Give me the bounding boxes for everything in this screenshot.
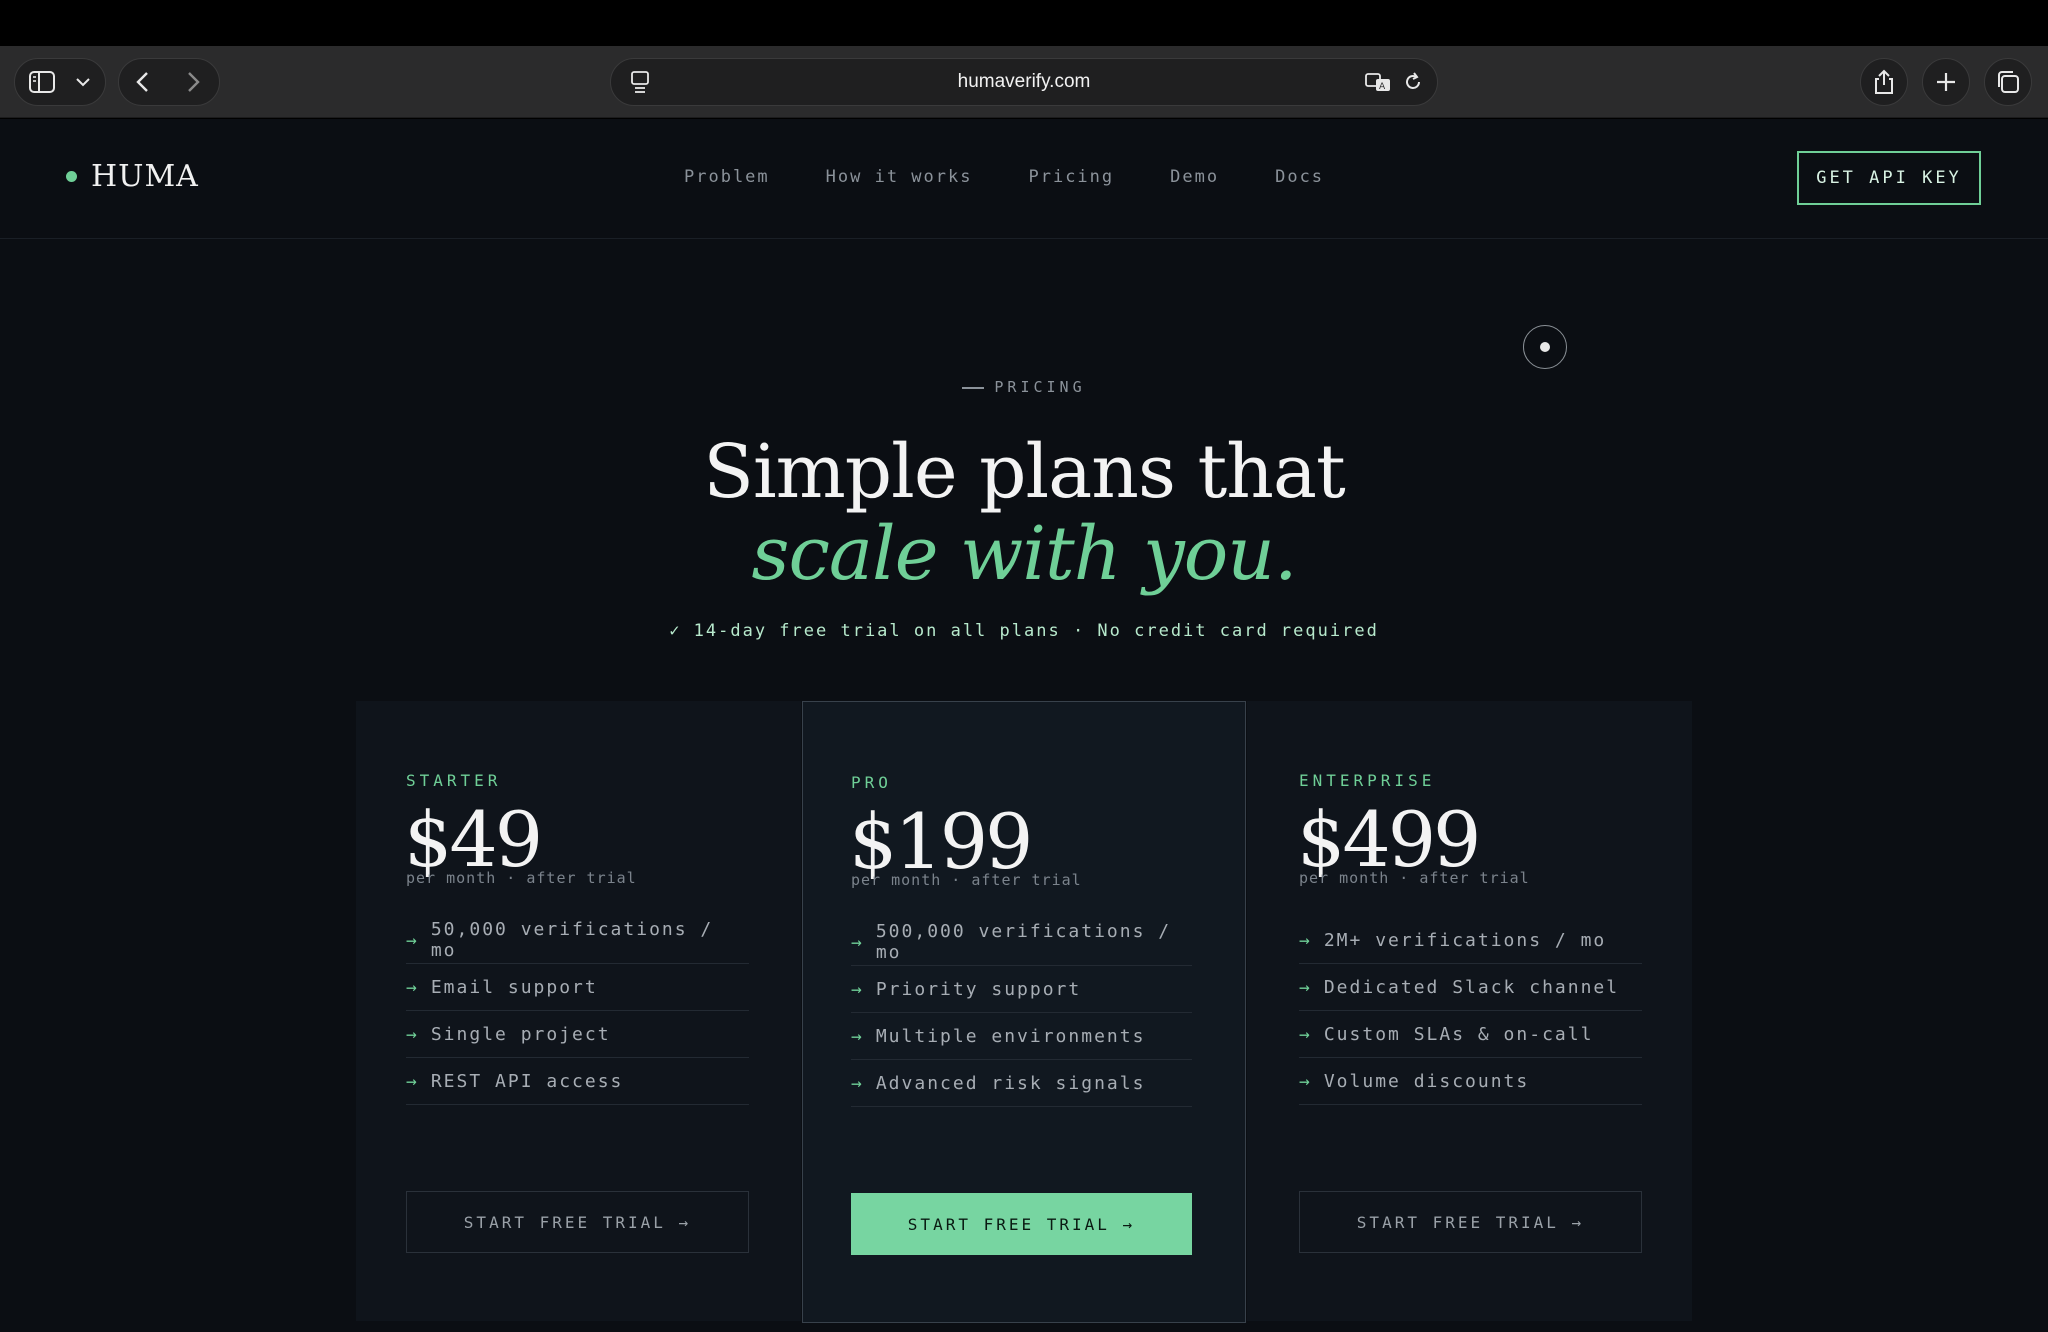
- nav-link-docs[interactable]: Docs: [1275, 167, 1324, 187]
- nav-link-how-it-works[interactable]: How it works: [826, 167, 973, 187]
- plan-tier: PRO: [851, 773, 892, 792]
- start-trial-button-pro[interactable]: START FREE TRIAL →: [851, 1193, 1192, 1255]
- nav-link-problem[interactable]: Problem: [684, 167, 770, 187]
- svg-text:A: A: [1379, 82, 1386, 92]
- arrow-right-icon: →: [406, 976, 419, 998]
- plan-features: → 50,000 verifications / mo → Email suppor…: [406, 917, 749, 1105]
- feature-item: → Dedicated Slack channel: [1299, 964, 1642, 1011]
- arrow-right-icon: →: [406, 1023, 419, 1045]
- start-trial-button-enterprise[interactable]: START FREE TRIAL →: [1299, 1191, 1642, 1253]
- feature-item: → Priority support: [851, 966, 1192, 1013]
- arrow-right-icon: →: [1299, 1023, 1312, 1045]
- feature-item: → Multiple environments: [851, 1013, 1192, 1060]
- nav-link-demo[interactable]: Demo: [1170, 167, 1219, 187]
- reload-icon[interactable]: [1403, 71, 1423, 93]
- nav-link-pricing[interactable]: Pricing: [1028, 167, 1114, 187]
- feature-item: → Volume discounts: [1299, 1058, 1642, 1105]
- arrow-right-icon: →: [851, 1072, 864, 1094]
- feature-item: → Custom SLAs & on-call: [1299, 1011, 1642, 1058]
- start-trial-button-starter[interactable]: START FREE TRIAL →: [406, 1191, 749, 1253]
- chevron-down-icon[interactable]: [75, 75, 91, 89]
- pricing-cards: STARTER $49 per month · after trial → 50,…: [356, 701, 1692, 1331]
- arrow-right-icon: →: [851, 1025, 864, 1047]
- arrow-right-icon: →: [406, 1070, 419, 1092]
- url-text[interactable]: humaverify.com: [958, 71, 1091, 93]
- get-api-key-button[interactable]: GET API KEY: [1797, 151, 1981, 205]
- plan-card-starter: STARTER $49 per month · after trial → 50,…: [356, 701, 801, 1321]
- address-bar[interactable]: humaverify.com A: [610, 58, 1438, 106]
- plan-billing-note: per month · after trial: [851, 871, 1082, 889]
- back-icon[interactable]: [135, 71, 151, 93]
- plan-features: → 500,000 verifications / mo → Priority su…: [851, 919, 1192, 1107]
- section-eyebrow: PRICING: [0, 378, 2048, 396]
- share-icon[interactable]: [1860, 58, 1908, 106]
- eyebrow-text: PRICING: [994, 378, 1086, 396]
- arrow-right-icon: →: [1299, 929, 1312, 951]
- arrow-right-icon: →: [851, 931, 864, 953]
- feature-item: → 2M+ verifications / mo: [1299, 917, 1642, 964]
- page-menu-icon[interactable]: [631, 71, 649, 93]
- plan-tier: ENTERPRISE: [1299, 771, 1436, 790]
- plan-card-pro: PRO $199 per month · after trial → 500,00…: [802, 701, 1246, 1323]
- page-title: Simple plans that: [703, 429, 1345, 515]
- feature-item: → 500,000 verifications / mo: [851, 919, 1192, 966]
- arrow-right-icon: →: [1299, 1070, 1312, 1092]
- page-title-accent: scale with you.: [751, 511, 1298, 597]
- tab-overview-icon[interactable]: [1984, 58, 2032, 106]
- feature-item: → 50,000 verifications / mo: [406, 917, 749, 964]
- browser-toolbar: humaverify.com A: [0, 46, 2048, 118]
- feature-item: → Email support: [406, 964, 749, 1011]
- sidebar-toggle-group[interactable]: [14, 58, 106, 106]
- arrow-right-icon: →: [851, 978, 864, 1000]
- plan-card-enterprise: ENTERPRISE $499 per month · after trial …: [1247, 701, 1692, 1321]
- sidebar-icon[interactable]: [29, 71, 55, 93]
- plan-billing-note: per month · after trial: [1299, 869, 1530, 887]
- trial-note: ✓ 14-day free trial on all plans · No cr…: [669, 621, 1379, 641]
- feature-item: → Single project: [406, 1011, 749, 1058]
- translate-icon[interactable]: A: [1365, 71, 1393, 93]
- new-tab-icon[interactable]: [1922, 58, 1970, 106]
- feature-item: → Advanced risk signals: [851, 1060, 1192, 1107]
- arrow-right-icon: →: [406, 929, 419, 951]
- feature-item: → REST API access: [406, 1058, 749, 1105]
- forward-icon[interactable]: [185, 71, 201, 93]
- web-page: HUMA Problem How it works Pricing Demo D…: [0, 119, 2048, 1332]
- cursor-icon: [1523, 325, 1567, 369]
- site-header: HUMA Problem How it works Pricing Demo D…: [0, 119, 2048, 239]
- arrow-right-icon: →: [1299, 976, 1312, 998]
- logo-dot-icon: [66, 171, 77, 182]
- os-menu-strip: [0, 0, 2048, 46]
- plan-features: → 2M+ verifications / mo → Dedicated Slack…: [1299, 917, 1642, 1105]
- main-nav: Problem How it works Pricing Demo Docs: [684, 167, 1324, 187]
- logo-text: HUMA: [91, 159, 199, 194]
- plan-billing-note: per month · after trial: [406, 869, 637, 887]
- history-nav-group: [118, 58, 220, 106]
- plan-tier: STARTER: [406, 771, 502, 790]
- logo[interactable]: HUMA: [66, 159, 199, 194]
